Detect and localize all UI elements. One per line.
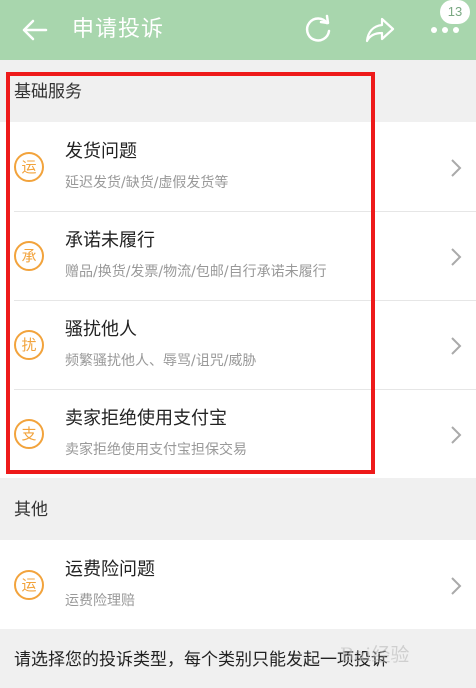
chevron-right-icon	[451, 159, 462, 177]
notification-badge: 13	[440, 0, 470, 24]
back-arrow-icon[interactable]	[20, 16, 50, 44]
item-subtitle: 延迟发货/缺货/虚假发货等	[65, 175, 229, 191]
item-title: 发货问题	[65, 141, 137, 162]
freight-insurance-icon: 运	[14, 570, 44, 600]
harassment-icon: 扰	[14, 330, 44, 360]
chevron-right-icon	[451, 426, 462, 444]
list-item-freight-insurance[interactable]: 运 运费险问题 运费险理赔	[0, 540, 476, 629]
list-item-alipay[interactable]: 支 卖家拒绝使用支付宝 卖家拒绝使用支付宝担保交易	[0, 389, 476, 478]
basic-service-list: 运 发货问题 延迟发货/缺货/虚假发货等 承 承诺未履行 赠品/换货/发票/物流…	[0, 122, 476, 478]
chevron-right-icon	[451, 337, 462, 355]
chevron-right-icon	[451, 248, 462, 266]
item-title: 卖家拒绝使用支付宝	[65, 408, 227, 429]
other-service-list: 运 运费险问题 运费险理赔	[0, 540, 476, 629]
list-item-shipping[interactable]: 运 发货问题 延迟发货/缺货/虚假发货等	[0, 122, 476, 211]
item-subtitle: 卖家拒绝使用支付宝担保交易	[65, 442, 247, 458]
alipay-icon: 支	[14, 419, 44, 449]
promise-icon: 承	[14, 241, 44, 271]
page-title: 申请投诉	[72, 17, 165, 42]
chevron-right-icon	[451, 577, 462, 595]
section-label-basic: 基础服务	[14, 82, 82, 102]
section-label-other: 其他	[14, 500, 48, 520]
item-subtitle: 频繁骚扰他人、辱骂/诅咒/威胁	[65, 353, 257, 369]
item-title: 承诺未履行	[65, 230, 155, 251]
app-header: 申请投诉 13	[0, 0, 476, 60]
list-item-promise[interactable]: 承 承诺未履行 赠品/换货/发票/物流/包邮/自行承诺未履行	[0, 211, 476, 300]
item-subtitle: 赠品/换货/发票/物流/包邮/自行承诺未履行	[65, 264, 327, 280]
item-title: 骚扰他人	[65, 319, 137, 340]
list-item-harassment[interactable]: 扰 骚扰他人 频繁骚扰他人、辱骂/诅咒/威胁	[0, 300, 476, 389]
refresh-icon[interactable]	[302, 14, 334, 46]
item-title: 运费险问题	[65, 559, 155, 580]
item-subtitle: 运费险理赔	[65, 593, 135, 609]
footer-hint: 请选择您的投诉类型，每个类别只能发起一项投诉	[14, 650, 388, 670]
watermark: Bai经验	[340, 644, 410, 666]
share-icon[interactable]	[364, 14, 396, 46]
shipping-icon: 运	[14, 152, 44, 182]
